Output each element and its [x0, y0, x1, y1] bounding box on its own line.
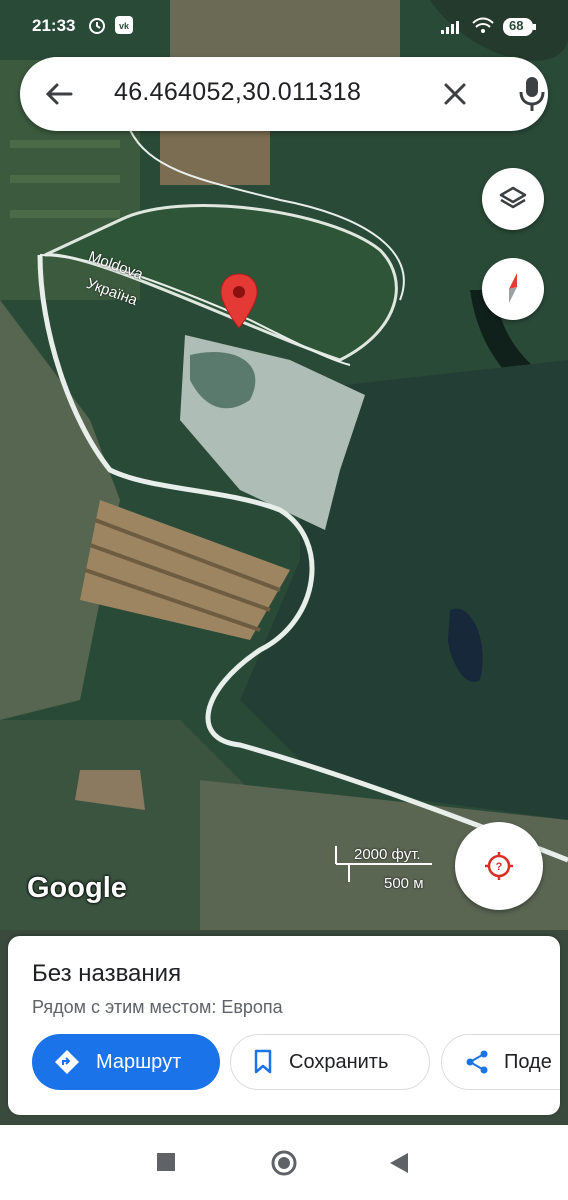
- layers-icon: [499, 185, 527, 218]
- clear-icon[interactable]: [440, 79, 470, 109]
- scale-metric: 500 м: [384, 875, 424, 892]
- svg-text:?: ?: [496, 861, 503, 873]
- layers-button[interactable]: [482, 168, 544, 230]
- share-icon: [464, 1049, 490, 1075]
- system-nav-bar: [0, 1125, 568, 1200]
- alarm-icon: [87, 15, 107, 40]
- location-pin-icon[interactable]: [218, 272, 260, 330]
- save-label: Сохранить: [289, 1050, 389, 1073]
- home-icon[interactable]: [270, 1149, 298, 1182]
- map-scale: 2000 фут. 500 м: [334, 842, 434, 892]
- route-label: Маршрут: [96, 1050, 182, 1073]
- back-icon[interactable]: [388, 1151, 410, 1180]
- wifi-icon: [471, 16, 495, 41]
- microphone-icon[interactable]: [517, 75, 547, 113]
- bookmark-icon: [253, 1049, 273, 1075]
- share-label: Поде: [504, 1050, 552, 1073]
- place-title: Без названия: [32, 960, 182, 987]
- route-button[interactable]: Маршрут: [32, 1034, 220, 1090]
- vk-icon: vk: [114, 15, 134, 40]
- crosshair-icon: ?: [483, 850, 515, 887]
- place-bottom-sheet[interactable]: Без названия Рядом с этим местом: Европа…: [8, 936, 560, 1115]
- place-subtitle: Рядом с этим местом: Европа: [32, 997, 283, 1017]
- status-bar: 21:33 vk 68: [0, 0, 568, 52]
- battery-level: 68: [509, 18, 524, 33]
- back-arrow-icon[interactable]: [44, 79, 74, 109]
- search-bar[interactable]: 46.464052,30.011318: [20, 57, 548, 131]
- directions-icon: [54, 1049, 80, 1075]
- recents-icon[interactable]: [156, 1152, 176, 1177]
- svg-text:vk: vk: [119, 21, 130, 31]
- compass-icon: [499, 271, 527, 312]
- share-button[interactable]: Поде: [441, 1034, 560, 1090]
- google-logo: Google: [27, 872, 127, 904]
- scale-imperial: 2000 фут.: [354, 846, 421, 863]
- status-time: 21:33: [32, 16, 76, 35]
- signal-icon: [440, 19, 464, 40]
- my-location-button[interactable]: ?: [455, 822, 543, 910]
- save-button[interactable]: Сохранить: [230, 1034, 430, 1090]
- search-query[interactable]: 46.464052,30.011318: [114, 78, 361, 107]
- compass-button[interactable]: [482, 258, 544, 320]
